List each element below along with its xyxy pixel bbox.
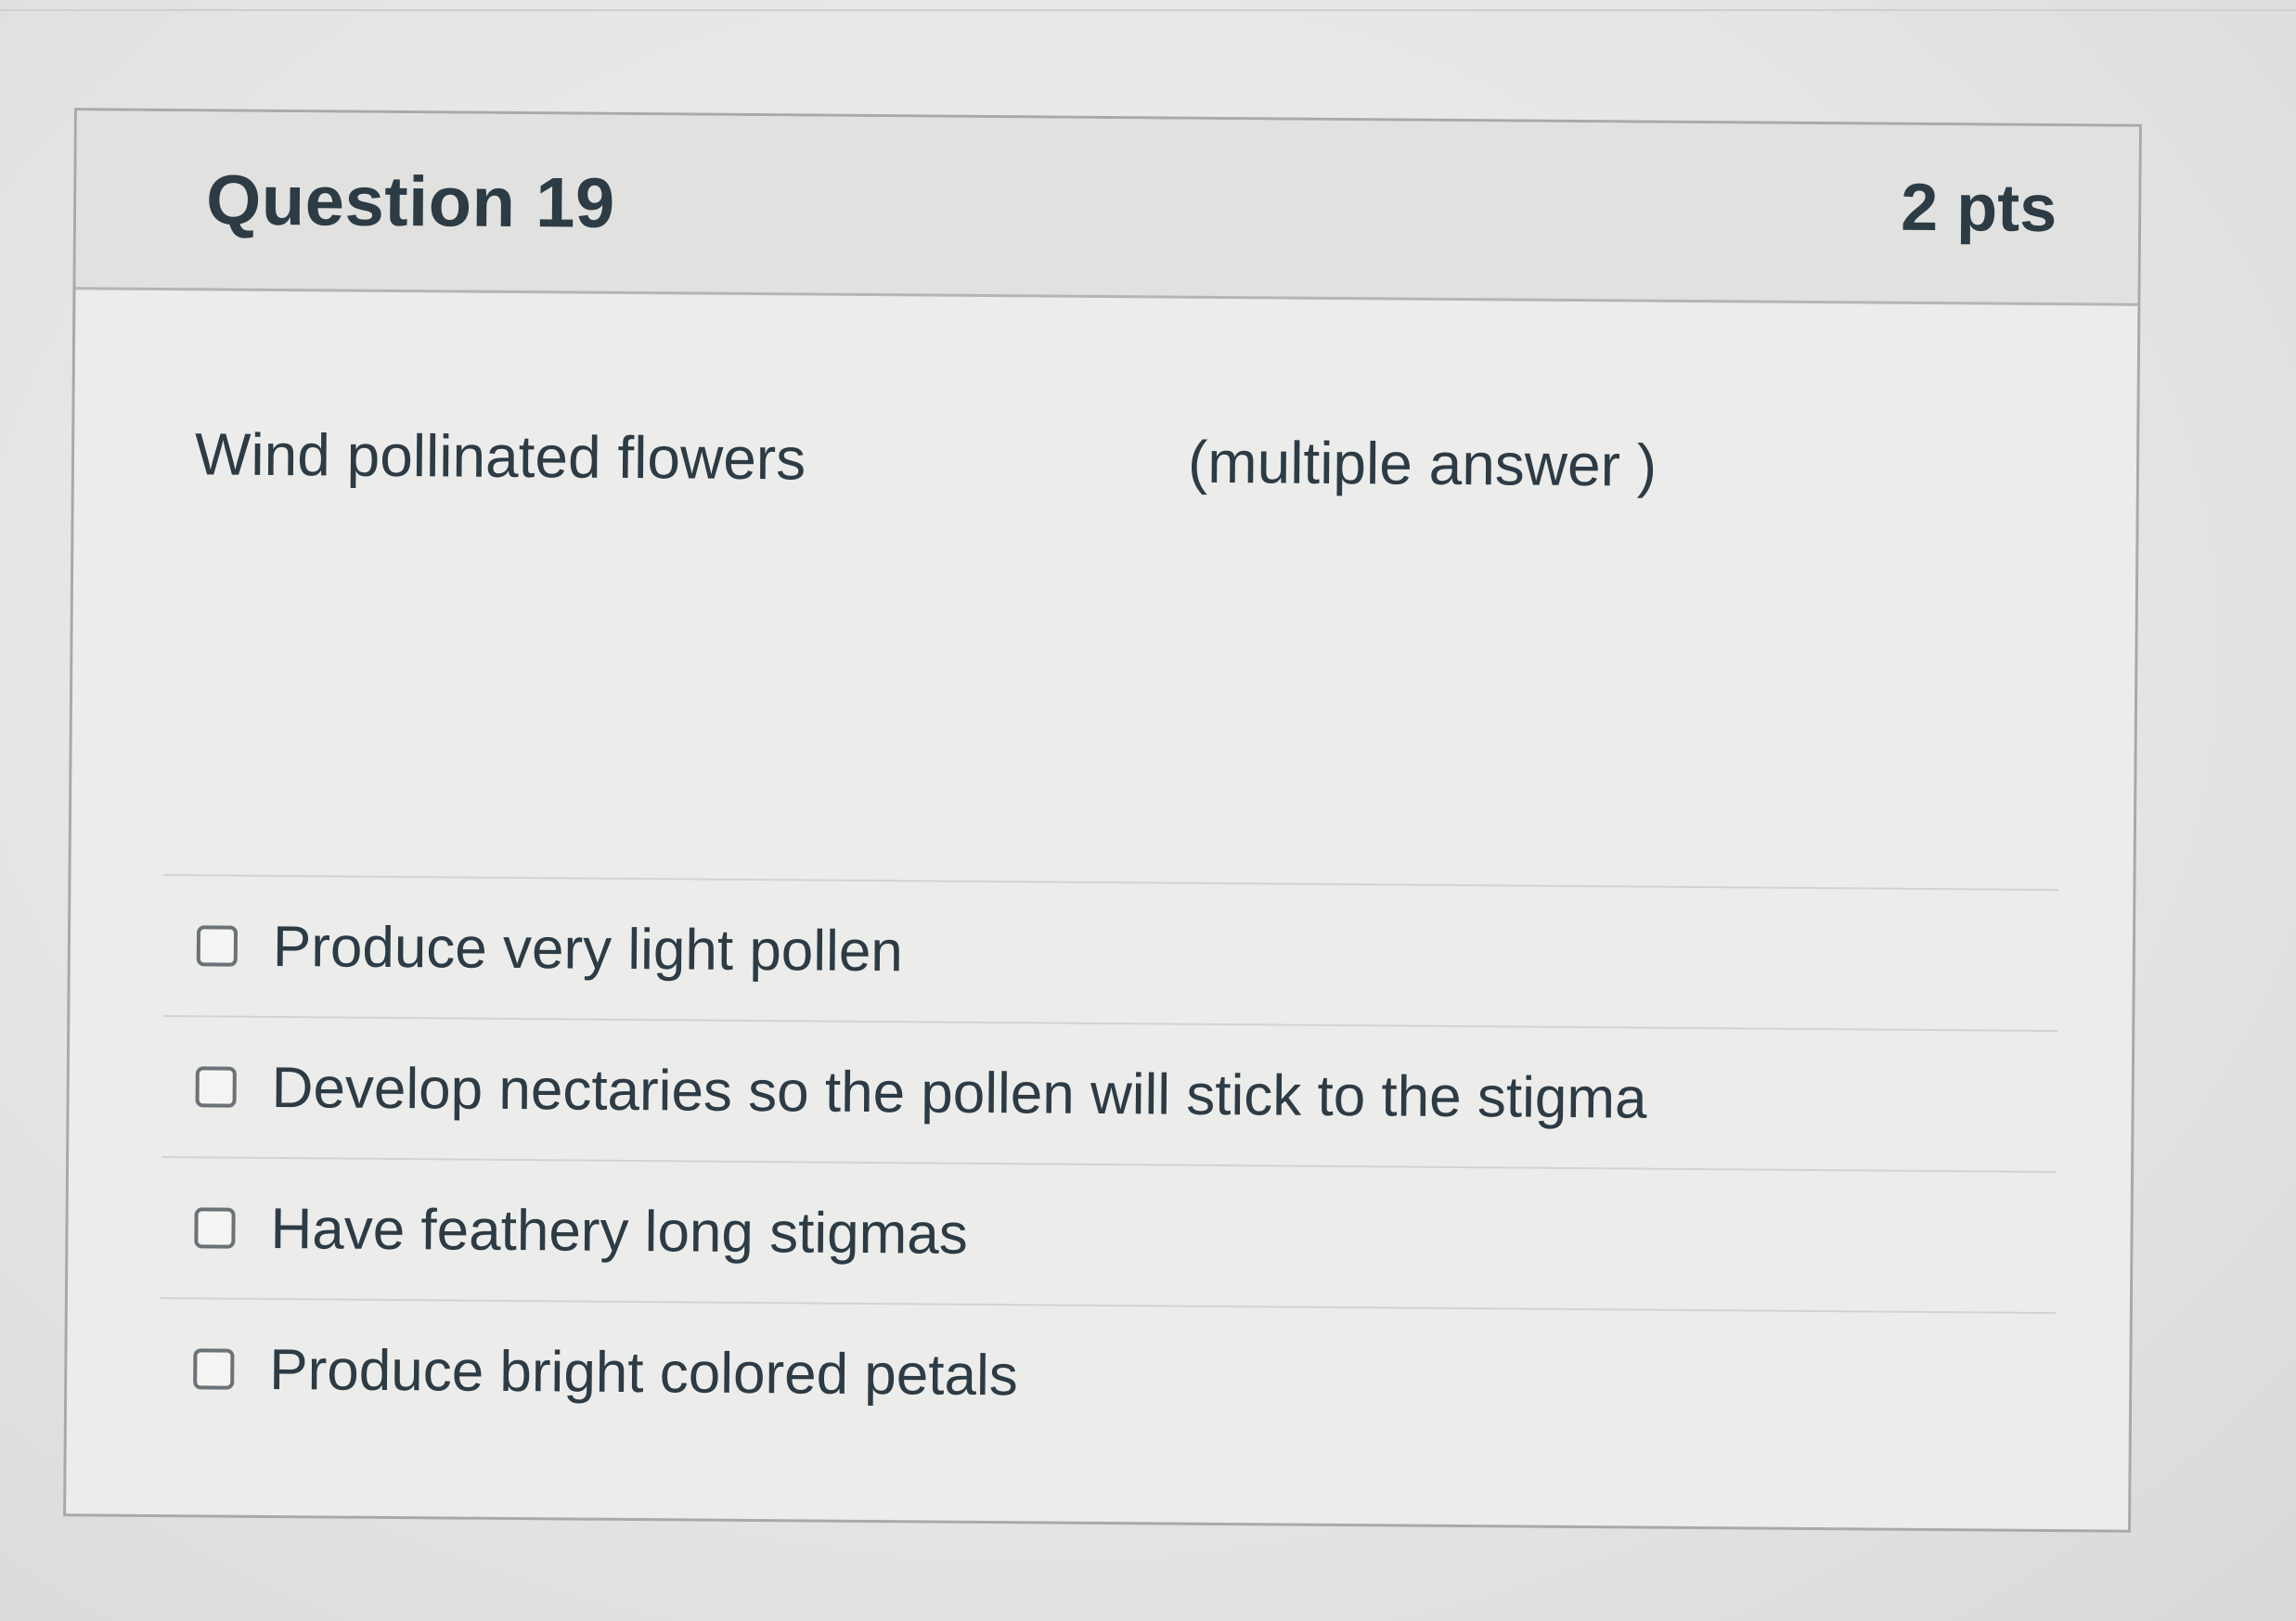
answer-label: Produce bright colored petals <box>269 1337 1019 1408</box>
question-title: Question 19 <box>205 161 616 243</box>
answer-label: Produce very light pollen <box>272 914 904 984</box>
answer-option[interactable]: Have feathery long stigmas <box>160 1156 2057 1313</box>
answer-option[interactable]: Develop nectaries so the pollen will sti… <box>161 1015 2058 1172</box>
answer-checkbox[interactable] <box>195 1066 237 1108</box>
answer-list: Produce very light pollen Develop nectar… <box>159 874 2059 1454</box>
answer-option[interactable]: Produce bright colored petals <box>159 1297 2056 1454</box>
page-divider <box>0 9 2296 11</box>
answer-checkbox[interactable] <box>196 925 239 967</box>
answer-label: Develop nectaries so the pollen will sti… <box>271 1055 1647 1131</box>
question-points: 2 pts <box>1900 170 2057 247</box>
answer-checkbox[interactable] <box>194 1207 236 1249</box>
question-card: Question 19 2 pts Wind pollinated flower… <box>63 108 2142 1533</box>
answer-label: Have feathery long stigmas <box>270 1196 969 1267</box>
answer-checkbox[interactable] <box>193 1348 235 1390</box>
question-hint: (multiple answer ) <box>1187 428 1658 499</box>
question-text: Wind pollinated flowers <box>194 420 806 493</box>
answer-option[interactable]: Produce very light pollen <box>162 874 2059 1031</box>
question-header: Question 19 2 pts <box>75 110 2139 306</box>
